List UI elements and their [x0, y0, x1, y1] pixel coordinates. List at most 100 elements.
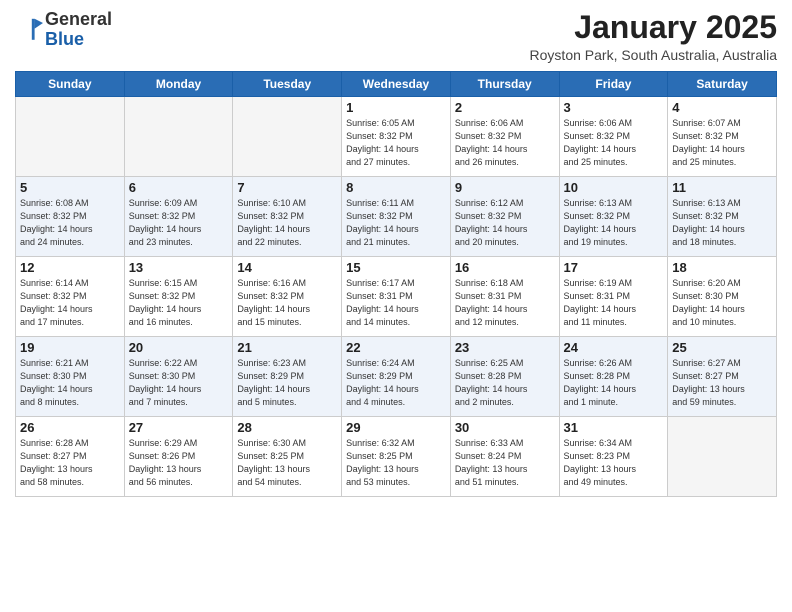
weekday-sunday: Sunday — [16, 72, 125, 97]
day-info: Sunrise: 6:18 AM Sunset: 8:31 PM Dayligh… — [455, 277, 555, 329]
calendar-cell: 24Sunrise: 6:26 AM Sunset: 8:28 PM Dayli… — [559, 337, 668, 417]
week-row-5: 26 Sunrise: 6:28 AM Sunset: 8:27 PM Dayli… — [16, 417, 777, 497]
day-info: Sunrise: 6:20 AM Sunset: 8:30 PM Dayligh… — [672, 277, 772, 329]
day-number: 31 — [564, 420, 664, 435]
page: General Blue January 2025 Royston Park, … — [0, 0, 792, 612]
day-number: 11 — [672, 180, 772, 195]
weekday-saturday: Saturday — [668, 72, 777, 97]
calendar-cell: 11 Sunrise: 6:13 AM Sunset: 8:32 PM Dayli… — [668, 177, 777, 257]
day-info: Sunrise: 6:06 AM Sunset: 8:32 PM Dayligh… — [564, 117, 664, 169]
day-number: 24 — [564, 340, 664, 355]
day-info: Sunrise: 6:07 AM Sunset: 8:32 PM Dayligh… — [672, 117, 772, 169]
day-number: 30 — [455, 420, 555, 435]
day-number: 6 — [129, 180, 229, 195]
logo-general: General — [45, 9, 112, 29]
calendar-cell — [16, 97, 125, 177]
calendar-cell: 21Sunrise: 6:23 AM Sunset: 8:29 PM Dayli… — [233, 337, 342, 417]
day-number: 2 — [455, 100, 555, 115]
day-info: Sunrise: 6:11 AM Sunset: 8:32 PM Dayligh… — [346, 197, 446, 249]
day-info: Sunrise: 6:32 AM Sunset: 8:25 PM Dayligh… — [346, 437, 446, 489]
logo-icon — [15, 16, 43, 44]
day-number: 27 — [129, 420, 229, 435]
calendar: SundayMondayTuesdayWednesdayThursdayFrid… — [15, 71, 777, 497]
day-info: Sunrise: 6:14 AM Sunset: 8:32 PM Dayligh… — [20, 277, 120, 329]
month-title: January 2025 — [530, 10, 777, 45]
day-info: Sunrise: 6:30 AM Sunset: 8:25 PM Dayligh… — [237, 437, 337, 489]
weekday-header-row: SundayMondayTuesdayWednesdayThursdayFrid… — [16, 72, 777, 97]
calendar-cell: 8 Sunrise: 6:11 AM Sunset: 8:32 PM Daylig… — [342, 177, 451, 257]
day-number: 4 — [672, 100, 772, 115]
day-number: 28 — [237, 420, 337, 435]
day-info: Sunrise: 6:25 AM Sunset: 8:28 PM Dayligh… — [455, 357, 555, 409]
calendar-cell: 18Sunrise: 6:20 AM Sunset: 8:30 PM Dayli… — [668, 257, 777, 337]
day-number: 23 — [455, 340, 555, 355]
day-info: Sunrise: 6:22 AM Sunset: 8:30 PM Dayligh… — [129, 357, 229, 409]
weekday-wednesday: Wednesday — [342, 72, 451, 97]
calendar-cell: 27Sunrise: 6:29 AM Sunset: 8:26 PM Dayli… — [124, 417, 233, 497]
calendar-cell: 4 Sunrise: 6:07 AM Sunset: 8:32 PM Daylig… — [668, 97, 777, 177]
week-row-1: 1 Sunrise: 6:05 AM Sunset: 8:32 PM Daylig… — [16, 97, 777, 177]
weekday-tuesday: Tuesday — [233, 72, 342, 97]
title-block: January 2025 Royston Park, South Austral… — [530, 10, 777, 63]
day-number: 17 — [564, 260, 664, 275]
calendar-cell: 5 Sunrise: 6:08 AM Sunset: 8:32 PM Daylig… — [16, 177, 125, 257]
day-number: 15 — [346, 260, 446, 275]
day-number: 22 — [346, 340, 446, 355]
day-number: 21 — [237, 340, 337, 355]
day-info: Sunrise: 6:13 AM Sunset: 8:32 PM Dayligh… — [564, 197, 664, 249]
calendar-cell: 6 Sunrise: 6:09 AM Sunset: 8:32 PM Daylig… — [124, 177, 233, 257]
logo: General Blue — [15, 10, 112, 50]
day-info: Sunrise: 6:08 AM Sunset: 8:32 PM Dayligh… — [20, 197, 120, 249]
day-info: Sunrise: 6:16 AM Sunset: 8:32 PM Dayligh… — [237, 277, 337, 329]
day-info: Sunrise: 6:10 AM Sunset: 8:32 PM Dayligh… — [237, 197, 337, 249]
day-number: 8 — [346, 180, 446, 195]
calendar-cell: 25 Sunrise: 6:27 AM Sunset: 8:27 PM Dayli… — [668, 337, 777, 417]
day-number: 20 — [129, 340, 229, 355]
calendar-cell — [668, 417, 777, 497]
day-number: 25 — [672, 340, 772, 355]
day-number: 13 — [129, 260, 229, 275]
calendar-cell: 30Sunrise: 6:33 AM Sunset: 8:24 PM Dayli… — [450, 417, 559, 497]
calendar-cell: 1 Sunrise: 6:05 AM Sunset: 8:32 PM Daylig… — [342, 97, 451, 177]
day-number: 19 — [20, 340, 120, 355]
logo-blue: Blue — [45, 29, 84, 49]
day-info: Sunrise: 6:17 AM Sunset: 8:31 PM Dayligh… — [346, 277, 446, 329]
day-number: 7 — [237, 180, 337, 195]
day-info: Sunrise: 6:21 AM Sunset: 8:30 PM Dayligh… — [20, 357, 120, 409]
calendar-cell: 19 Sunrise: 6:21 AM Sunset: 8:30 PM Dayli… — [16, 337, 125, 417]
day-info: Sunrise: 6:05 AM Sunset: 8:32 PM Dayligh… — [346, 117, 446, 169]
day-number: 12 — [20, 260, 120, 275]
week-row-4: 19 Sunrise: 6:21 AM Sunset: 8:30 PM Dayli… — [16, 337, 777, 417]
day-info: Sunrise: 6:34 AM Sunset: 8:23 PM Dayligh… — [564, 437, 664, 489]
week-row-2: 5 Sunrise: 6:08 AM Sunset: 8:32 PM Daylig… — [16, 177, 777, 257]
day-number: 5 — [20, 180, 120, 195]
weekday-monday: Monday — [124, 72, 233, 97]
day-number: 29 — [346, 420, 446, 435]
calendar-cell — [124, 97, 233, 177]
day-number: 26 — [20, 420, 120, 435]
day-info: Sunrise: 6:09 AM Sunset: 8:32 PM Dayligh… — [129, 197, 229, 249]
week-row-3: 12 Sunrise: 6:14 AM Sunset: 8:32 PM Dayli… — [16, 257, 777, 337]
calendar-cell — [233, 97, 342, 177]
weekday-thursday: Thursday — [450, 72, 559, 97]
calendar-cell: 26 Sunrise: 6:28 AM Sunset: 8:27 PM Dayli… — [16, 417, 125, 497]
calendar-cell: 12 Sunrise: 6:14 AM Sunset: 8:32 PM Dayli… — [16, 257, 125, 337]
calendar-cell: 17Sunrise: 6:19 AM Sunset: 8:31 PM Dayli… — [559, 257, 668, 337]
day-info: Sunrise: 6:28 AM Sunset: 8:27 PM Dayligh… — [20, 437, 120, 489]
calendar-cell: 3Sunrise: 6:06 AM Sunset: 8:32 PM Daylig… — [559, 97, 668, 177]
day-number: 1 — [346, 100, 446, 115]
calendar-cell: 2Sunrise: 6:06 AM Sunset: 8:32 PM Daylig… — [450, 97, 559, 177]
day-info: Sunrise: 6:15 AM Sunset: 8:32 PM Dayligh… — [129, 277, 229, 329]
calendar-cell: 13 Sunrise: 6:15 AM Sunset: 8:32 PM Dayli… — [124, 257, 233, 337]
weekday-friday: Friday — [559, 72, 668, 97]
calendar-cell: 28 Sunrise: 6:30 AM Sunset: 8:25 PM Dayli… — [233, 417, 342, 497]
day-info: Sunrise: 6:27 AM Sunset: 8:27 PM Dayligh… — [672, 357, 772, 409]
calendar-cell: 9Sunrise: 6:12 AM Sunset: 8:32 PM Daylig… — [450, 177, 559, 257]
calendar-cell: 20 Sunrise: 6:22 AM Sunset: 8:30 PM Dayli… — [124, 337, 233, 417]
logo-text: General Blue — [45, 10, 112, 50]
calendar-cell: 29 Sunrise: 6:32 AM Sunset: 8:25 PM Dayli… — [342, 417, 451, 497]
calendar-cell: 15 Sunrise: 6:17 AM Sunset: 8:31 PM Dayli… — [342, 257, 451, 337]
calendar-cell: 7 Sunrise: 6:10 AM Sunset: 8:32 PM Daylig… — [233, 177, 342, 257]
day-info: Sunrise: 6:13 AM Sunset: 8:32 PM Dayligh… — [672, 197, 772, 249]
day-number: 10 — [564, 180, 664, 195]
